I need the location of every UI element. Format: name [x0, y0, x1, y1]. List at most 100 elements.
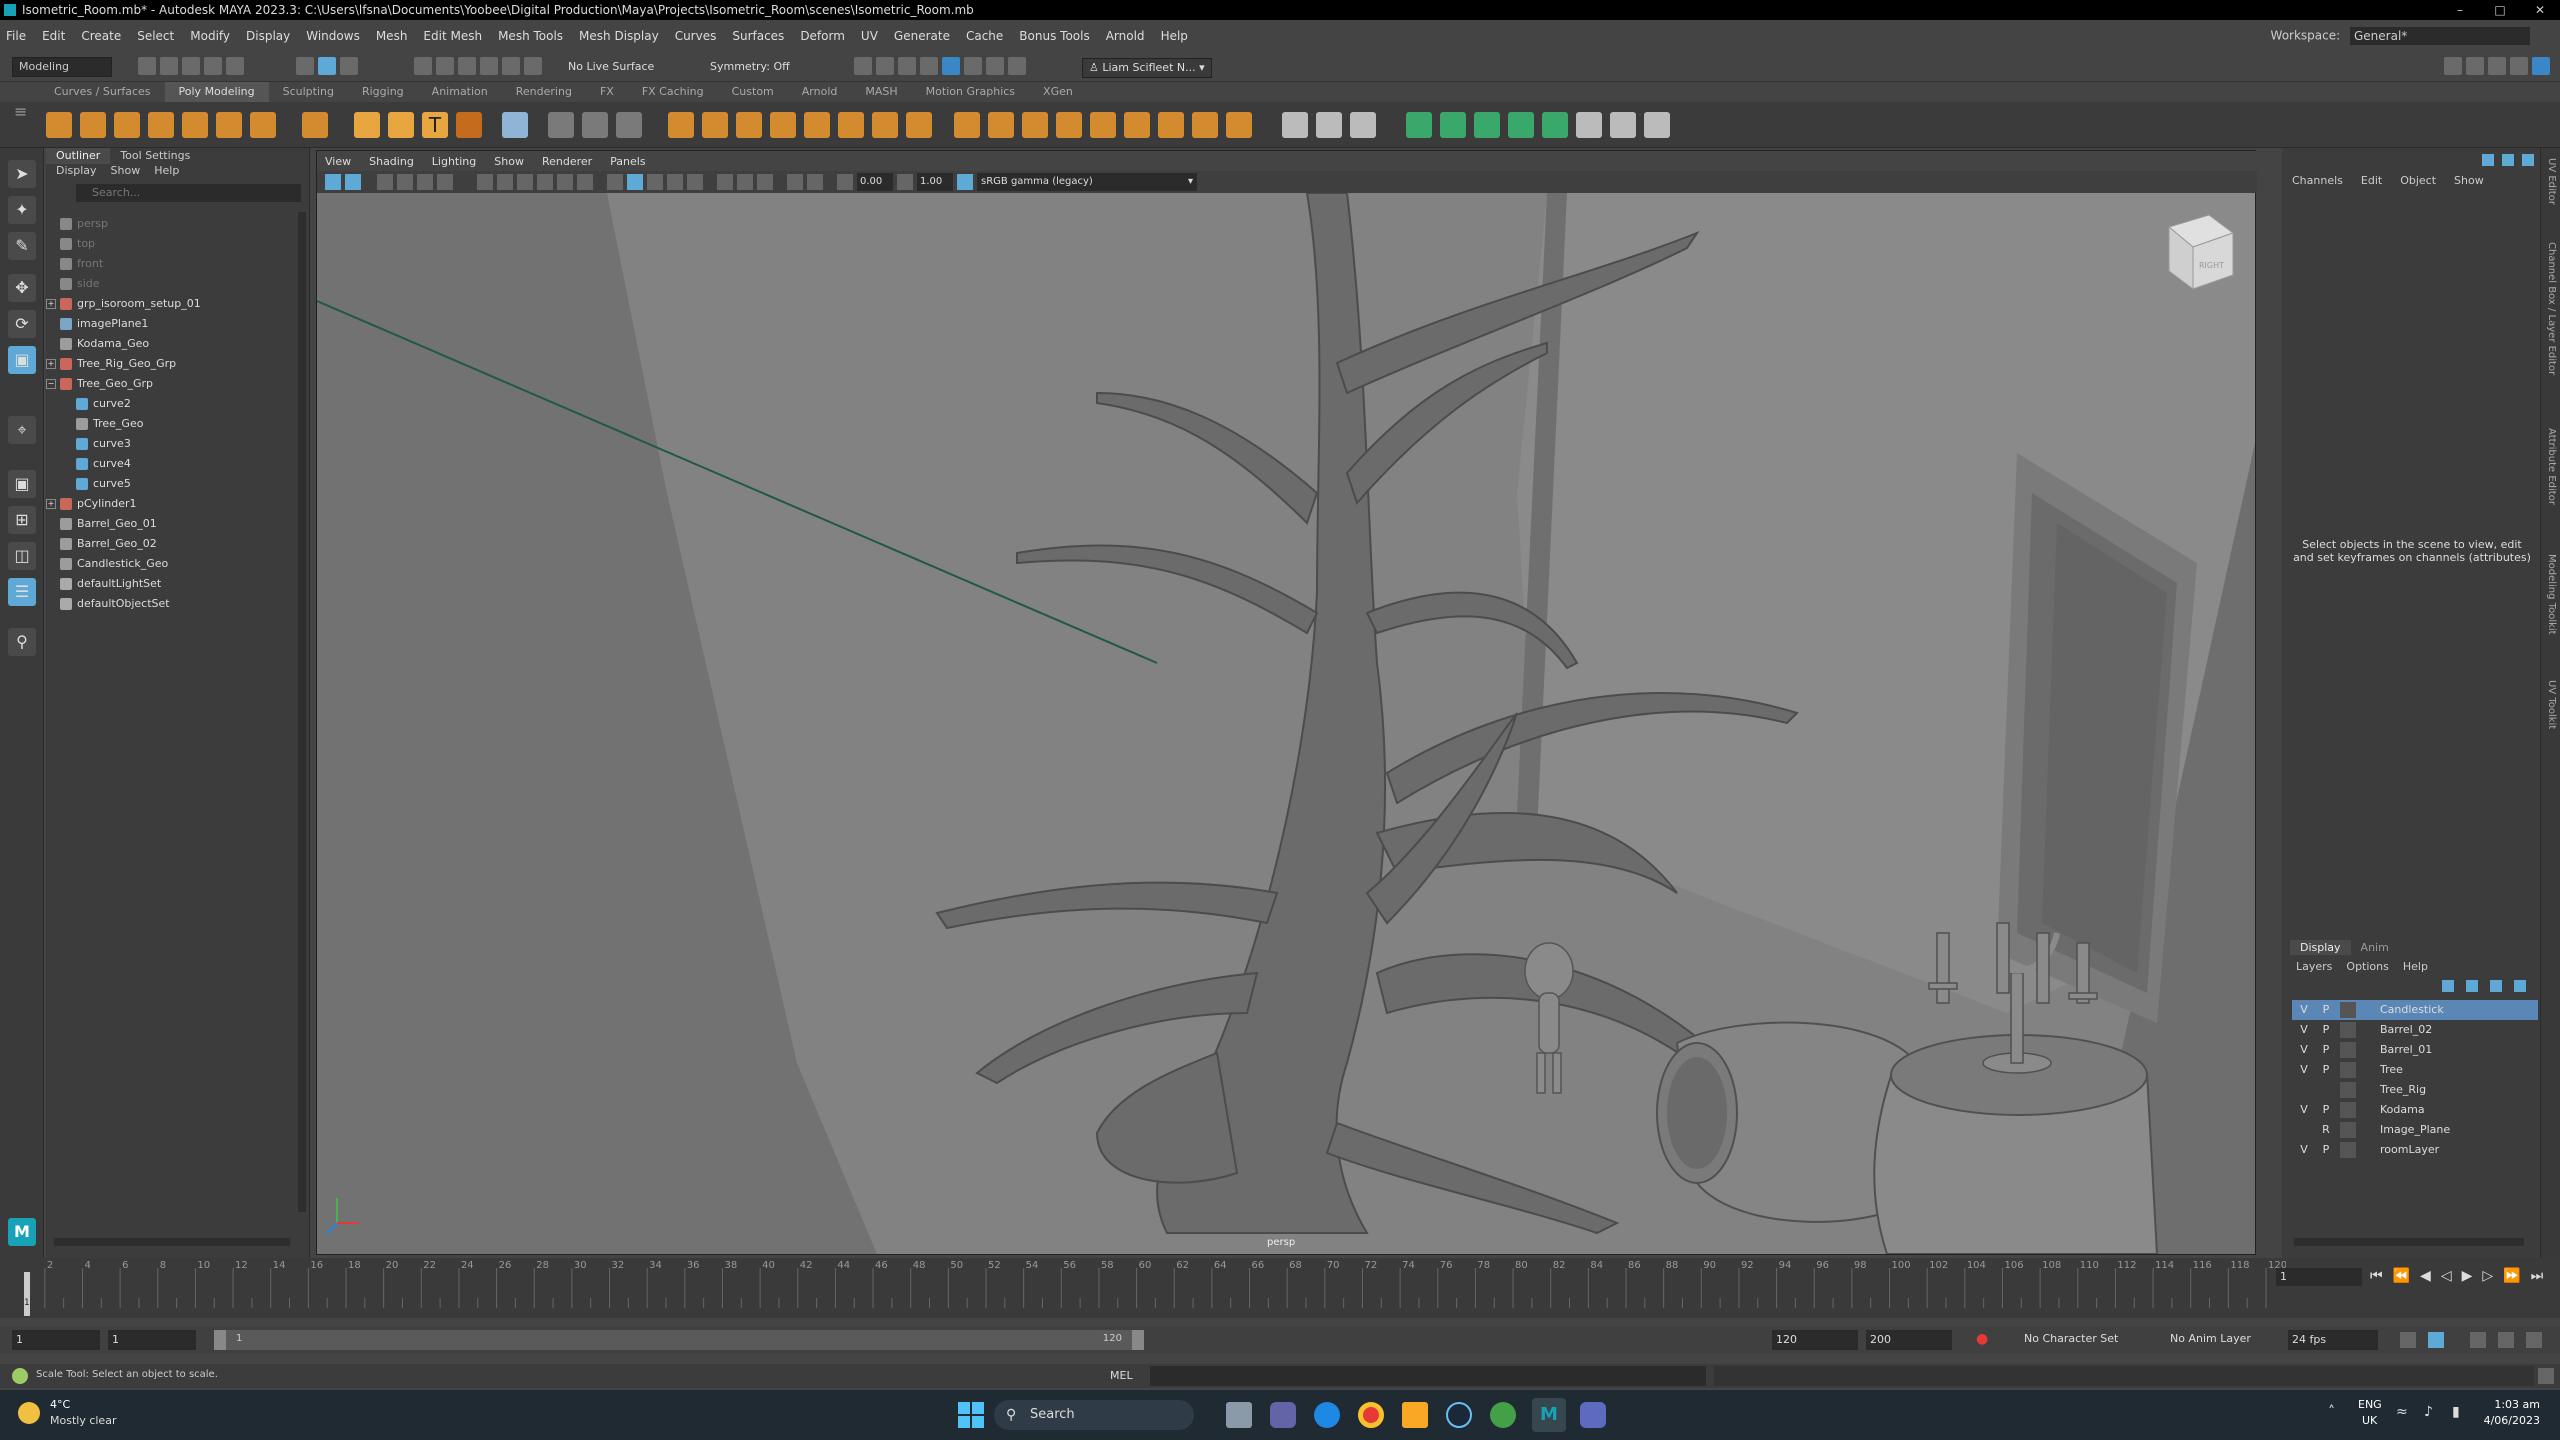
layer-row[interactable]: V P Candlestick	[2292, 1000, 2538, 1020]
last-tool-icon[interactable]: ⌖	[8, 416, 36, 444]
play-forward-icon[interactable]: ▶	[2462, 1268, 2473, 1284]
outliner-item[interactable]: imagePlane1	[46, 314, 148, 334]
windows-start-icon[interactable]	[958, 1402, 984, 1428]
uv-layout-icon[interactable]	[1576, 112, 1602, 138]
view-transform-dropdown[interactable]: sRGB gamma (legacy) ▾	[977, 173, 1197, 191]
outliner-item[interactable]: curve5	[62, 474, 131, 494]
extrude-icon[interactable]	[954, 112, 980, 138]
language-label[interactable]: ENG	[2358, 1398, 2382, 1411]
shelf-tab-curves-surfaces[interactable]: Curves / Surfaces	[40, 82, 165, 102]
menu-mesh[interactable]: Mesh	[376, 29, 408, 43]
step-forward-key-icon[interactable]: ⏩	[2503, 1268, 2520, 1284]
attribute-toggle-icon[interactable]	[2502, 154, 2514, 166]
outliner-menu-help[interactable]: Help	[154, 164, 179, 182]
image-plane-icon[interactable]	[397, 174, 413, 190]
rotate-tool-icon[interactable]: ⟳	[8, 310, 36, 338]
cache-playback-icon[interactable]	[2428, 1332, 2444, 1348]
xbox-icon[interactable]	[1490, 1402, 1516, 1428]
planar-uv-icon[interactable]	[1406, 112, 1432, 138]
outliner-tab-tool-settings[interactable]: Tool Settings	[110, 148, 200, 164]
smooth-icon[interactable]	[736, 112, 762, 138]
snap-grid-icon[interactable]	[414, 57, 432, 75]
menu-arnold[interactable]: Arnold	[1106, 29, 1145, 43]
isolate-select-icon[interactable]	[787, 174, 803, 190]
snap-point-icon[interactable]	[458, 57, 476, 75]
shelf-tab-custom[interactable]: Custom	[718, 82, 788, 102]
outliner-hscrollbar[interactable]	[54, 1238, 290, 1246]
volume-icon[interactable]: ♪	[2424, 1404, 2433, 1420]
step-back-key-icon[interactable]: ⏪	[2393, 1268, 2410, 1284]
menu-select[interactable]: Select	[137, 29, 174, 43]
layer-row[interactable]: V ProomLayer	[2292, 1140, 2538, 1160]
shelf-tab-sculpting[interactable]: Sculpting	[269, 82, 348, 102]
layer-hscrollbar[interactable]	[2294, 1238, 2524, 1246]
live-surface-label[interactable]: No Live Surface	[568, 60, 654, 73]
select-object-icon[interactable]	[318, 57, 336, 75]
shelf-menu-icon[interactable]: ≡	[14, 104, 27, 120]
outliner-item[interactable]: + pCylinder1	[46, 494, 137, 514]
select-hierarchy-icon[interactable]	[296, 57, 314, 75]
cylindrical-uv-icon[interactable]	[1440, 112, 1466, 138]
minimize-button[interactable]: –	[2440, 0, 2480, 20]
four-view-icon[interactable]: ⊞	[8, 506, 36, 534]
sweep-mesh-icon[interactable]	[388, 112, 414, 138]
open-scene-icon[interactable]	[160, 57, 178, 75]
animation-start-field[interactable]: 1	[12, 1330, 100, 1350]
ipr-render-icon[interactable]	[898, 57, 916, 75]
render-view-icon[interactable]	[964, 57, 982, 75]
gamma-field[interactable]: 1.00	[917, 173, 953, 191]
viewport-menu-panels[interactable]: Panels	[610, 155, 645, 168]
field-chart-icon[interactable]	[557, 174, 573, 190]
layer-playback-toggle[interactable]: P	[2318, 1000, 2334, 1020]
resolution-gate-icon[interactable]	[517, 174, 533, 190]
fill-hole-icon[interactable]	[1090, 112, 1116, 138]
side-tab-channel-box-layer-editor[interactable]: Channel Box / Layer Editor	[2546, 242, 2557, 375]
script-editor-icon[interactable]	[2538, 1368, 2554, 1384]
playback-start-field[interactable]: 1	[108, 1330, 196, 1350]
snap-surface-icon[interactable]	[502, 57, 520, 75]
animation-end-field[interactable]: 200	[1866, 1330, 1952, 1350]
menu-edit[interactable]: Edit	[42, 29, 65, 43]
exposure-icon[interactable]	[837, 174, 853, 190]
outliner-item[interactable]: side	[46, 274, 100, 294]
history-icon[interactable]	[524, 57, 542, 75]
outliner-item[interactable]: Tree_Geo	[62, 414, 143, 434]
bridge-icon[interactable]	[988, 112, 1014, 138]
side-tab-attribute-editor[interactable]: Attribute Editor	[2546, 428, 2557, 505]
layer-visibility-toggle[interactable]: V	[2296, 1040, 2312, 1060]
outliner-item[interactable]: front	[46, 254, 103, 274]
shelf-tab-motion-graphics[interactable]: Motion Graphics	[912, 82, 1029, 102]
select-component-icon[interactable]	[340, 57, 358, 75]
2d-pan-zoom-icon[interactable]	[437, 174, 453, 190]
outliner-item[interactable]: curve3	[62, 434, 131, 454]
layer-visibility-toggle[interactable]: V	[2296, 1100, 2312, 1120]
channel-box-menu-show[interactable]: Show	[2454, 174, 2484, 187]
outliner-item[interactable]: defaultLightSet	[46, 574, 161, 594]
go-to-start-icon[interactable]: ⏮	[2370, 1268, 2383, 1284]
layer-visibility-toggle[interactable]: V	[2296, 1060, 2312, 1080]
shelf-tab-xgen[interactable]: XGen	[1029, 82, 1087, 102]
step-back-frame-icon[interactable]: ◀	[2420, 1268, 2431, 1284]
type-tool-icon[interactable]: T	[422, 112, 448, 138]
loop-icon[interactable]	[2400, 1332, 2416, 1348]
teams-chat-icon[interactable]	[1270, 1402, 1296, 1428]
arnold-render-icon[interactable]	[986, 57, 1004, 75]
user-account-button[interactable]: ♙ Liam Scifleet N... ▾	[1082, 58, 1212, 78]
wifi-icon[interactable]: ≈	[2396, 1404, 2408, 1420]
textured-icon[interactable]	[667, 174, 683, 190]
sound-icon[interactable]	[2470, 1332, 2486, 1348]
layer-playback-toggle[interactable]: P	[2318, 1100, 2334, 1120]
layer-playback-toggle[interactable]: P	[2318, 1040, 2334, 1060]
layer-playback-toggle[interactable]: R	[2318, 1120, 2334, 1140]
component-editor-icon[interactable]	[582, 112, 608, 138]
layer-color-swatch[interactable]	[2340, 1082, 2356, 1098]
combine-icon[interactable]	[668, 112, 694, 138]
layer-playback-toggle[interactable]: P	[2318, 1140, 2334, 1160]
grease-pencil-icon[interactable]	[417, 174, 433, 190]
menu-display[interactable]: Display	[246, 29, 290, 43]
new-scene-icon[interactable]	[138, 57, 156, 75]
persp-outliner-icon[interactable]: ◫	[8, 542, 36, 570]
menu-cache[interactable]: Cache	[966, 29, 1003, 43]
uv-cut-icon[interactable]	[1644, 112, 1670, 138]
poly-disc-icon[interactable]	[250, 112, 276, 138]
